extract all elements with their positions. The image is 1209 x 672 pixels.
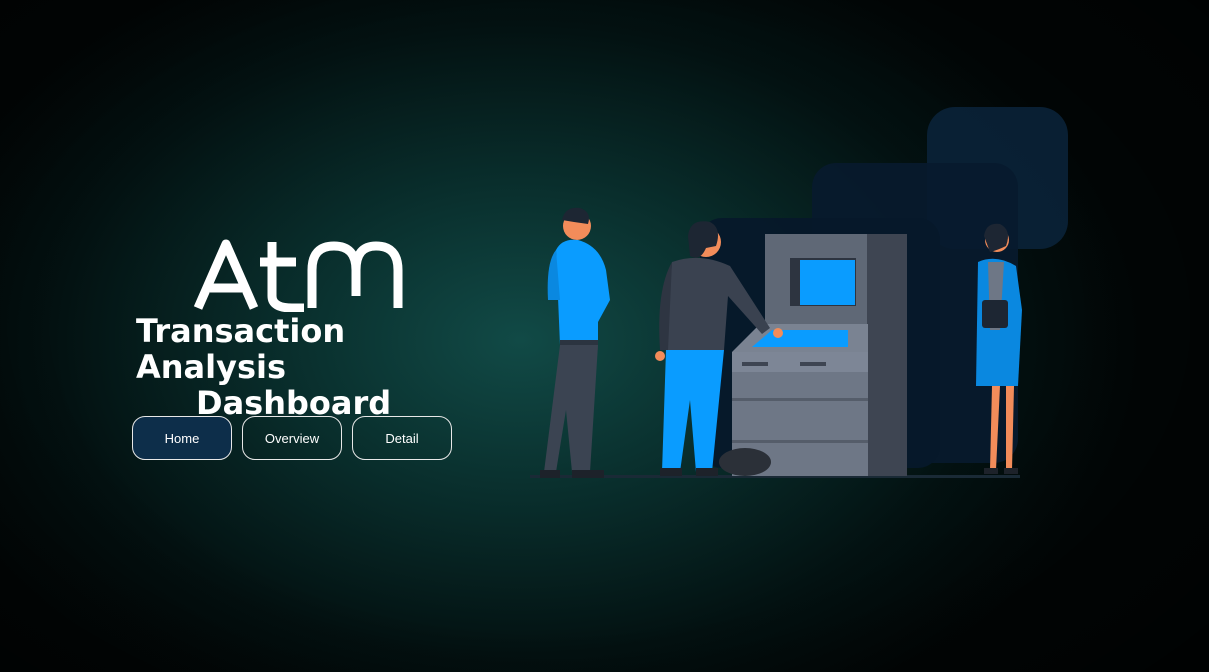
atm-logo-icon — [193, 239, 403, 312]
title-line-1: Transaction Analysis — [136, 312, 346, 386]
overview-button[interactable]: Overview — [242, 416, 342, 460]
atm-illustration-icon — [530, 107, 1068, 478]
landing-page: Transaction Analysis Dashboard Home Over… — [0, 0, 1209, 672]
detail-button[interactable]: Detail — [352, 416, 452, 460]
nav-buttons: Home Overview Detail — [132, 416, 452, 460]
page-title: Transaction Analysis Dashboard — [136, 313, 486, 421]
home-button[interactable]: Home — [132, 416, 232, 460]
